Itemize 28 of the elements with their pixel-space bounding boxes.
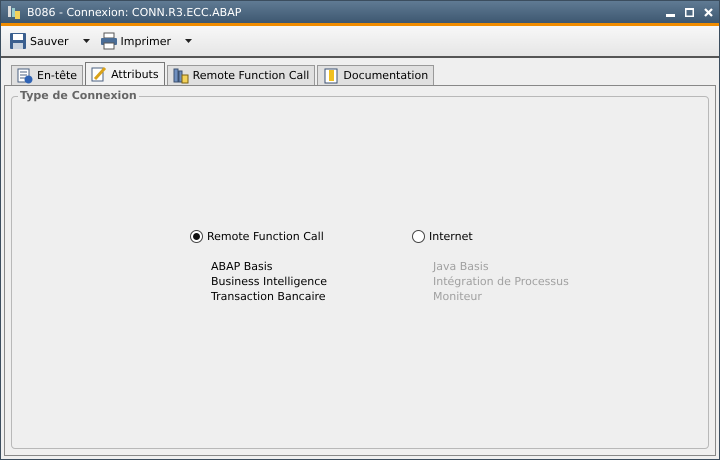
maximize-icon[interactable] (685, 8, 694, 16)
tab[interactable]: Remote Function Call (166, 65, 316, 85)
tab[interactable]: Attributs (85, 62, 165, 85)
caret-icon[interactable] (82, 39, 90, 43)
caret-icon[interactable] (185, 39, 192, 43)
book-icon (323, 68, 340, 84)
radio-option[interactable]: Internet (412, 230, 569, 243)
option-item: Java Basis (433, 259, 490, 274)
save-button[interactable]: Sauver (9, 32, 68, 50)
option-item: Intégration de Processus (433, 274, 569, 289)
option-item: Moniteur (433, 289, 483, 304)
window-title: B086 - Connexion: CONN.R3.ECC.ABAP (27, 6, 242, 18)
building-document-icon (172, 68, 189, 84)
option-item: Business Intelligence (211, 274, 328, 289)
pencil-document-icon (91, 66, 108, 82)
option-item: ABAP Basis (211, 259, 274, 274)
radio-option[interactable]: Remote Function Call (190, 230, 328, 243)
document-info-icon (17, 68, 33, 84)
radio-icon[interactable] (412, 230, 426, 243)
radio-icon[interactable] (190, 230, 203, 243)
print-button[interactable]: Imprimer (100, 32, 172, 50)
tab[interactable]: En-tête (11, 65, 84, 85)
app-icon (7, 5, 21, 19)
group-title: Type de Connexion (18, 89, 139, 102)
option-item: Transaction Bancaire (211, 289, 327, 304)
tab[interactable]: Documentation (317, 65, 434, 85)
close-icon[interactable] (704, 8, 713, 16)
printer-icon (100, 32, 118, 50)
